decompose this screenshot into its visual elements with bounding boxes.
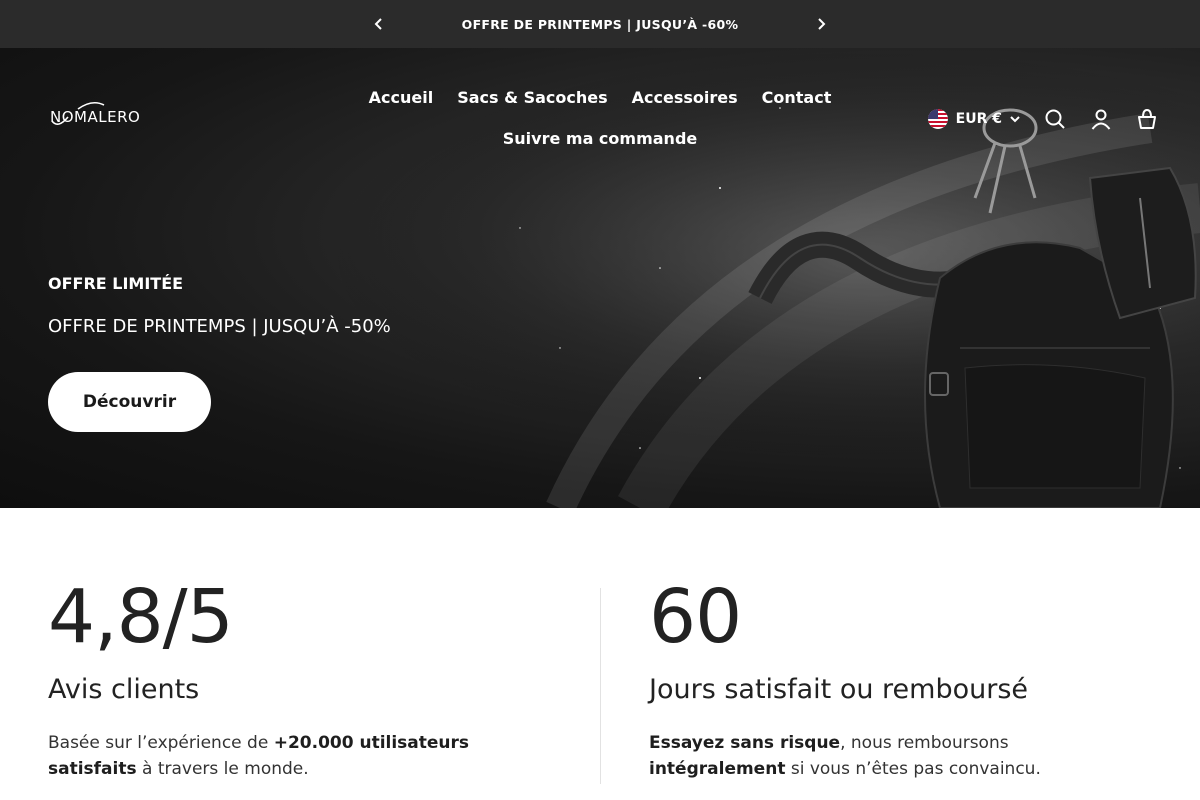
discover-button[interactable]: Découvrir — [48, 372, 211, 432]
us-flag-icon — [927, 109, 948, 129]
stat-rating-value: 4,8/5 — [48, 574, 234, 660]
announcement-text: OFFRE DE PRINTEMPS | JUSQU’À -60% — [461, 16, 739, 32]
chevron-down-icon — [1010, 116, 1020, 123]
nav-item-sacs-sacoches[interactable]: Sacs & Sacoches — [457, 88, 607, 107]
nav-item-suivre-commande[interactable]: Suivre ma commande — [503, 129, 698, 148]
hero-banner: NOMALERO Accueil Sacs & Sacoches Accesso… — [0, 48, 1200, 508]
stat-guarantee-label: Jours satisfait ou remboursé — [649, 674, 1029, 705]
stat-rating: 4,8/5 Avis clients Basée sur l’expérienc… — [48, 580, 548, 782]
nav-item-contact[interactable]: Contact — [762, 88, 832, 107]
logo[interactable]: NOMALERO — [50, 101, 140, 126]
stat-rating-label: Avis clients — [48, 674, 200, 705]
stat-rating-desc: Basée sur l’expérience de +20.000 utilis… — [48, 733, 470, 779]
nav-item-accessoires[interactable]: Accessoires — [632, 88, 738, 107]
chevron-left-icon[interactable] — [369, 14, 389, 34]
currency-label: EUR € — [955, 111, 1002, 127]
cart-icon[interactable] — [1136, 108, 1158, 130]
hero-subtitle: OFFRE DE PRINTEMPS | JUSQU’À -50% — [48, 316, 391, 337]
stat-guarantee-desc: Essayez sans risque, nous remboursons in… — [649, 733, 1041, 779]
main-nav: Accueil Sacs & Sacoches Accessoires Cont… — [360, 88, 840, 170]
nav-item-accueil[interactable]: Accueil — [369, 88, 434, 107]
search-icon[interactable] — [1044, 108, 1066, 130]
stat-guarantee-value: 60 — [649, 574, 742, 660]
currency-selector[interactable]: EUR € — [927, 109, 1020, 129]
stat-guarantee: 60 Jours satisfait ou remboursé Essayez … — [649, 580, 1149, 782]
announcement-bar: OFFRE DE PRINTEMPS | JUSQU’À -60% — [0, 0, 1200, 48]
stats-section: 4,8/5 Avis clients Basée sur l’expérienc… — [0, 508, 1200, 800]
hero-eyebrow: OFFRE LIMITÉE — [48, 274, 184, 293]
account-icon[interactable] — [1090, 108, 1112, 130]
header-tools: EUR € — [927, 108, 1158, 130]
chevron-right-icon[interactable] — [811, 14, 831, 34]
stats-divider — [600, 588, 601, 784]
logo-swoosh-icon — [51, 101, 105, 125]
